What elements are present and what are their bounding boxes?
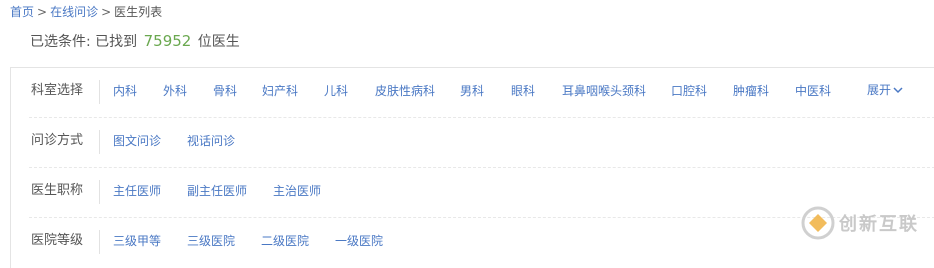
breadcrumb-separator: >	[101, 5, 112, 19]
expand-label: 展开	[867, 83, 892, 97]
filter-option-department[interactable]: 男科	[460, 83, 484, 99]
filter-option-department[interactable]: 眼科	[511, 83, 535, 99]
filter-divider	[99, 130, 100, 154]
breadcrumb: 首页 > 在线问诊 > 医生列表	[10, 4, 162, 20]
selected-conditions-label: 已选条件:	[30, 34, 91, 50]
filter-option-hospital-level[interactable]: 一级医院	[335, 233, 383, 249]
watermark-logo: 创新互联	[800, 203, 934, 243]
filter-label-doctor-title: 医生职称	[31, 183, 84, 198]
filter-option-hospital-level[interactable]: 二级医院	[261, 233, 309, 249]
filter-option-consult-mode[interactable]: 图文问诊	[113, 133, 161, 149]
filter-divider	[99, 80, 100, 104]
filter-option-department[interactable]: 骨科	[213, 83, 237, 99]
filter-option-doctor-title[interactable]: 副主任医师	[187, 183, 247, 199]
filter-option-department[interactable]: 皮肤性病科	[375, 83, 435, 99]
breadcrumb-current: 医生列表	[114, 5, 163, 19]
filter-option-hospital-level[interactable]: 三级甲等	[113, 233, 161, 249]
result-summary: 已选条件: 已找到 75952 位医生	[30, 31, 240, 52]
filter-option-hospital-level[interactable]: 三级医院	[187, 233, 235, 249]
doctor-count: 75952	[143, 32, 192, 50]
filter-option-department[interactable]: 外科	[163, 83, 187, 99]
filter-option-department[interactable]: 内科	[113, 83, 137, 99]
filter-option-department[interactable]: 口腔科	[671, 83, 707, 99]
count-suffix: 位医生	[197, 34, 240, 50]
filter-label-consult-mode: 问诊方式	[31, 133, 84, 148]
found-label: 已找到	[95, 34, 138, 50]
chevron-down-icon	[893, 87, 903, 94]
filter-option-department[interactable]: 中医科	[795, 83, 831, 99]
breadcrumb-home-link[interactable]: 首页	[10, 5, 34, 19]
filter-panel: 科室选择 内科 外科 骨科 妇产科 儿科 皮肤性病科 男科 眼科 耳鼻咽喉头颈科…	[10, 67, 934, 268]
breadcrumb-online-consult-link[interactable]: 在线问诊	[50, 5, 98, 19]
logo-icon	[801, 206, 835, 240]
filter-label-department: 科室选择	[31, 83, 84, 98]
filter-row-doctor-title: 医生职称 主任医师 副主任医师 主治医师	[11, 168, 934, 218]
filter-row-consult-mode: 问诊方式 图文问诊 视话问诊	[11, 118, 934, 168]
filter-row-hospital-level: 医院等级 三级甲等 三级医院 二级医院 一级医院	[11, 218, 934, 268]
filter-option-department[interactable]: 儿科	[324, 83, 348, 99]
breadcrumb-separator: >	[37, 5, 48, 19]
filter-option-department[interactable]: 妇产科	[262, 83, 298, 99]
filter-option-department[interactable]: 耳鼻咽喉头颈科	[562, 83, 646, 99]
watermark-text: 创新互联	[839, 214, 919, 235]
filter-divider	[99, 230, 100, 254]
expand-departments-button[interactable]: 展开	[867, 82, 903, 98]
filter-option-consult-mode[interactable]: 视话问诊	[187, 133, 235, 149]
filter-option-doctor-title[interactable]: 主任医师	[113, 183, 161, 199]
filter-label-hospital-level: 医院等级	[31, 233, 84, 248]
filter-row-department: 科室选择 内科 外科 骨科 妇产科 儿科 皮肤性病科 男科 眼科 耳鼻咽喉头颈科…	[11, 68, 934, 118]
filter-divider	[99, 180, 100, 204]
filter-option-department[interactable]: 肿瘤科	[733, 83, 769, 99]
filter-option-doctor-title[interactable]: 主治医师	[273, 183, 321, 199]
